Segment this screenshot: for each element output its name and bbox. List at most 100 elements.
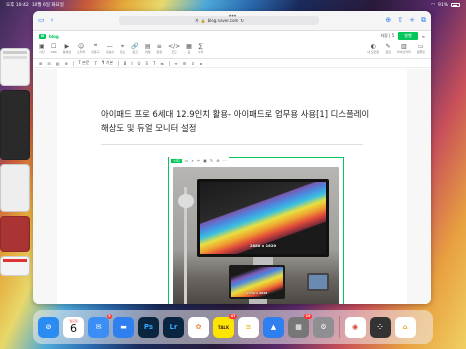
format-button[interactable]: ⊞	[39, 61, 42, 66]
format-button[interactable]: ≡	[174, 61, 177, 66]
new-tab-icon[interactable]: +	[409, 17, 415, 24]
desk-lamp	[178, 187, 194, 304]
photoshop-app-icon[interactable]: Ps	[138, 316, 159, 338]
tool-라이브러리[interactable]: ▥ 라이브러리	[397, 43, 411, 54]
tool-장소[interactable]: ⌖ 장소	[120, 43, 126, 54]
tool-icon: ▣	[39, 43, 45, 50]
side-app-card-4[interactable]	[0, 216, 30, 252]
image-tool-icon[interactable]: ⋯	[223, 158, 227, 163]
tool-label: 템플릿	[416, 50, 425, 54]
naver-logo[interactable]: N	[39, 33, 46, 39]
tool-사진[interactable]: ▣ 사진	[39, 43, 45, 54]
image-tag[interactable]: <ID	[171, 158, 182, 163]
tool-일정[interactable]: ≡ 일정	[157, 43, 163, 54]
tool-label: 표	[187, 50, 191, 54]
tool-icon: ✎	[385, 43, 391, 50]
tool-label: 라이브러리	[396, 50, 411, 54]
tool-SNS[interactable]: ☐ SNS	[51, 43, 57, 54]
tool-label: 사진	[39, 50, 45, 54]
publish-button[interactable]: 발행	[398, 32, 418, 40]
blog-name[interactable]: blog	[49, 34, 59, 39]
tool-icon: 🔗	[131, 43, 139, 50]
calendar-app-icon[interactable]: 월요일 6	[63, 316, 84, 338]
files-app-icon[interactable]: ▬	[113, 316, 134, 338]
tool-구분선[interactable]: — 구분선	[106, 43, 114, 54]
mail-app-icon[interactable]: ✉ 3	[88, 313, 112, 338]
keynote-app-icon[interactable]: ▲	[263, 316, 284, 338]
sidebar-icon[interactable]: ▭	[38, 17, 45, 24]
image-tool-icon[interactable]: ▣	[203, 158, 207, 163]
dock-separator	[339, 316, 340, 338]
tool-파일[interactable]: ▤ 파일	[145, 43, 151, 54]
tool-label: 수식	[197, 50, 204, 54]
notification-badge: 3	[106, 313, 112, 319]
tool-템플릿[interactable]: ▭ 템플릿	[417, 43, 425, 54]
tool-표[interactable]: ▦ 표	[186, 43, 192, 54]
lightroom-app-icon[interactable]: Lr	[163, 316, 184, 338]
kakaotalk-app-icon[interactable]: TALK 47	[213, 313, 237, 338]
tool-스티커[interactable]: ☺ 스티커	[77, 43, 85, 54]
tool-코드[interactable]: </> 코드	[168, 43, 180, 54]
tool-글감[interactable]: ✎ 글감	[385, 43, 391, 54]
photoshop-glyph: Ps	[143, 323, 154, 331]
format-button[interactable]: ⇕	[191, 61, 194, 66]
tool-링크[interactable]: 🔗 링크	[131, 43, 138, 54]
download-icon[interactable]: ⊕	[385, 17, 391, 24]
format-button[interactable]: B	[124, 61, 127, 66]
settings-app-icon[interactable]: ⚙	[313, 316, 334, 338]
format-button[interactable]: ☰	[183, 61, 187, 66]
tool-icon: ≡	[156, 43, 162, 50]
side-app-card-3[interactable]	[0, 164, 30, 212]
share-icon[interactable]: ⇧	[397, 17, 403, 24]
home-app-icon[interactable]: ⌂	[394, 316, 416, 338]
format-button[interactable]: T	[153, 61, 155, 66]
address-bar[interactable]: 가 🔒 blog.naver.com ↻	[119, 16, 320, 25]
tool-수식[interactable]: ∑ 수식	[198, 43, 204, 54]
side-app-card-1[interactable]	[0, 48, 30, 86]
chrome-app-icon[interactable]: ◉	[344, 316, 366, 338]
document-page[interactable]: 아이패드 프로 6세대 12.9인치 활용- 아이패드로 업무용 사용[1] 디…	[57, 69, 407, 304]
tool-label: 장소	[119, 50, 126, 54]
image-tool-icon[interactable]: ⊕	[216, 158, 219, 163]
calendar-date: 6	[70, 322, 77, 335]
format-button[interactable]: ⊕	[65, 61, 68, 66]
image-tool-icon[interactable]: ✎	[210, 158, 213, 163]
format-button[interactable]: I	[131, 61, 132, 66]
image-tool-icon[interactable]: ✂	[197, 158, 200, 163]
format-button[interactable]: ▤	[56, 61, 60, 66]
tool-icon: ◐	[370, 43, 376, 50]
app-library-app-icon[interactable]: ▦ 19	[288, 313, 312, 338]
tool-인용구[interactable]: ❝ 인용구	[91, 43, 99, 54]
format-button[interactable]: S	[145, 61, 148, 66]
tabs-icon[interactable]: ⧉	[421, 17, 426, 24]
safari-app-icon[interactable]: ⊘	[38, 316, 59, 338]
format-button[interactable]: 𝒙	[200, 61, 203, 66]
side-app-card-2[interactable]	[0, 90, 30, 160]
notes-app-icon[interactable]: ≡	[238, 316, 259, 338]
format-button[interactable]: ⇆	[160, 61, 163, 66]
format-button[interactable]: ¶ 기본	[102, 60, 113, 66]
back-icon[interactable]: ‹	[51, 17, 54, 24]
tool-내 모먼트[interactable]: ◐ 내 모먼트	[367, 43, 379, 54]
format-button[interactable]: U	[138, 61, 141, 66]
save-button[interactable]: 저장 | 5	[380, 33, 394, 39]
selected-image[interactable]: <ID ▭ ⌕ ✂ ▣ ✎ ⊕ ⋯ 2880 x 1620 2732 x 2048	[168, 157, 344, 304]
tool-label: 인용구	[91, 50, 100, 54]
multitasking-dots[interactable]: •••	[228, 13, 237, 20]
format-button[interactable]: ⊟	[47, 61, 50, 66]
more-icon[interactable]: ≡	[422, 34, 425, 39]
image-tool-icon[interactable]: ⌕	[191, 158, 193, 163]
image-tool-icon[interactable]: ▭	[185, 158, 189, 163]
side-app-card-5[interactable]	[0, 256, 30, 276]
aa-label[interactable]: 가	[195, 18, 199, 24]
reload-icon[interactable]: ↻	[240, 18, 243, 23]
format-button[interactable]: T 본문	[78, 60, 89, 66]
document-area: 아이패드 프로 6세대 12.9인치 활용- 아이패드로 업무용 사용[1] 디…	[33, 69, 431, 304]
format-button[interactable]: T	[94, 61, 96, 66]
photos-app-icon[interactable]: ✿	[188, 316, 209, 338]
post-title[interactable]: 아이패드 프로 6세대 12.9인치 활용- 아이패드로 업무용 사용[1] 디…	[101, 107, 373, 135]
tool-동영상[interactable]: ▶ 동영상	[63, 43, 71, 54]
tool-icon: </>	[168, 43, 181, 50]
tool-label: 동영상	[62, 50, 72, 54]
multi-app-app-icon[interactable]: ⁘	[369, 316, 391, 338]
